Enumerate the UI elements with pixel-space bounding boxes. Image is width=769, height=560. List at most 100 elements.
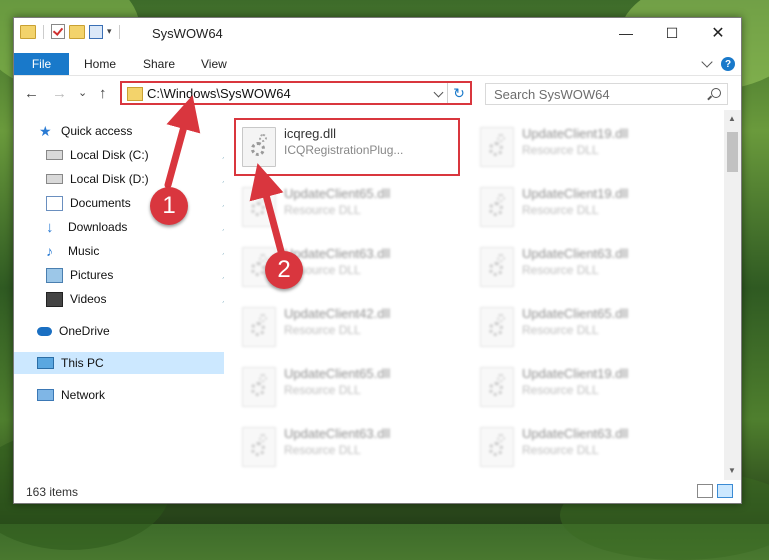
chevron-down-icon[interactable] bbox=[433, 87, 444, 98]
tab-share[interactable]: Share bbox=[143, 53, 175, 75]
file-name: UpdateClient42.dll bbox=[284, 306, 391, 321]
search-input[interactable]: Search SysWOW64 bbox=[485, 83, 728, 105]
expand-ribbon-icon[interactable] bbox=[701, 56, 713, 68]
address-bar[interactable]: C:\Windows\SysWOW64 ↻ bbox=[120, 81, 472, 105]
file-description: Resource DLL bbox=[284, 383, 361, 397]
videos-icon bbox=[46, 291, 63, 307]
sidebar-item-this-pc[interactable]: This PC bbox=[14, 352, 230, 374]
file-item[interactable]: UpdateClient19.dll Resource DLL bbox=[472, 359, 692, 413]
address-path[interactable]: C:\Windows\SysWOW64 bbox=[147, 86, 291, 101]
title-bar: ▾ SysWOW64 — ☐ ✕ bbox=[14, 18, 741, 48]
vertical-scrollbar[interactable]: ▲ ▼ bbox=[724, 110, 741, 480]
sidebar-item-videos[interactable]: Videos 📌 bbox=[14, 288, 239, 310]
checkmark-icon[interactable] bbox=[51, 24, 65, 39]
sidebar-item-pictures[interactable]: Pictures 📌 bbox=[14, 264, 239, 286]
dll-file-icon bbox=[480, 127, 514, 167]
scrollbar-thumb[interactable] bbox=[727, 132, 738, 172]
sidebar-item-label: Documents bbox=[70, 196, 131, 210]
sidebar-item-label: Pictures bbox=[70, 268, 114, 282]
drive-icon bbox=[46, 150, 63, 160]
file-description: Resource DLL bbox=[522, 203, 599, 217]
toolbar-divider bbox=[118, 24, 120, 39]
recent-locations-icon[interactable]: ⌄ bbox=[78, 86, 87, 99]
file-item[interactable]: UpdateClient19.dll Resource DLL bbox=[472, 179, 692, 233]
search-placeholder: Search SysWOW64 bbox=[494, 87, 610, 102]
tab-home[interactable]: Home bbox=[84, 53, 116, 75]
file-name: UpdateClient63.dll bbox=[522, 426, 629, 441]
file-item[interactable]: UpdateClient19.dll Resource DLL bbox=[472, 119, 692, 173]
file-item[interactable]: UpdateClient65.dll Resource DLL bbox=[472, 299, 692, 353]
file-item[interactable]: UpdateClient42.dll Resource DLL bbox=[234, 299, 454, 353]
star-icon: ★ bbox=[39, 122, 52, 139]
file-item[interactable]: UpdateClient63.dll Resource DLL bbox=[472, 239, 692, 293]
navigation-pane: ★ Quick access Local Disk (C:) 📌 Local D… bbox=[14, 110, 234, 480]
file-item[interactable]: UpdateClient65.dll Resource DLL bbox=[234, 179, 454, 233]
drive-icon bbox=[46, 174, 63, 184]
forward-arrow-icon[interactable]: → bbox=[52, 85, 67, 102]
folder-icon[interactable] bbox=[20, 24, 36, 39]
status-bar: 163 items bbox=[14, 480, 741, 503]
search-icon[interactable] bbox=[711, 88, 721, 98]
step-1-callout: 1 bbox=[150, 187, 188, 225]
maximize-button[interactable]: ☐ bbox=[649, 18, 695, 48]
sidebar-item-quick-access[interactable]: ★ Quick access bbox=[14, 120, 232, 142]
dll-file-icon bbox=[480, 427, 514, 467]
file-description: Resource DLL bbox=[522, 263, 599, 277]
dll-file-icon bbox=[480, 367, 514, 407]
sidebar-item-local-disk-d[interactable]: Local Disk (D:) 📌 bbox=[14, 168, 239, 190]
file-description: Resource DLL bbox=[284, 443, 361, 457]
sidebar-item-label: Local Disk (C:) bbox=[70, 148, 149, 162]
file-description: Resource DLL bbox=[522, 383, 599, 397]
sidebar-item-network[interactable]: Network bbox=[14, 384, 230, 406]
file-name: UpdateClient19.dll bbox=[522, 366, 629, 381]
up-arrow-icon[interactable]: ↑ bbox=[99, 85, 107, 102]
sidebar-item-onedrive[interactable]: OneDrive bbox=[14, 320, 230, 342]
navigation-bar: ← → ⌄ ↑ C:\Windows\SysWOW64 ↻ Search Sys… bbox=[14, 76, 741, 110]
file-name: UpdateClient63.dll bbox=[522, 246, 629, 261]
cloud-icon bbox=[37, 326, 52, 336]
sidebar-item-label: Music bbox=[68, 244, 100, 258]
file-item[interactable]: UpdateClient63.dll Resource DLL bbox=[234, 419, 454, 473]
details-view-icon[interactable] bbox=[697, 484, 713, 498]
dll-file-icon bbox=[242, 187, 276, 227]
computer-icon bbox=[37, 357, 54, 369]
folder-icon bbox=[127, 87, 143, 101]
ribbon-tabs: File Home Share View ? bbox=[14, 48, 741, 76]
file-description: Resource DLL bbox=[522, 443, 599, 457]
file-name: UpdateClient19.dll bbox=[522, 126, 629, 141]
sidebar-item-label: This PC bbox=[61, 356, 104, 370]
file-name: UpdateClient19.dll bbox=[522, 186, 629, 201]
tab-view[interactable]: View bbox=[201, 53, 227, 75]
file-name: UpdateClient65.dll bbox=[284, 186, 391, 201]
customize-toolbar-icon[interactable]: ▾ bbox=[107, 26, 112, 37]
sidebar-item-music[interactable]: ♪ Music 📌 bbox=[14, 240, 239, 262]
close-button[interactable]: ✕ bbox=[695, 18, 741, 48]
file-item[interactable]: UpdateClient63.dll Resource DLL bbox=[472, 419, 692, 473]
tab-file[interactable]: File bbox=[14, 53, 69, 75]
window-title: SysWOW64 bbox=[152, 26, 223, 41]
music-icon: ♪ bbox=[46, 242, 53, 259]
file-item[interactable]: UpdateClient65.dll Resource DLL bbox=[234, 359, 454, 413]
large-icons-view-icon[interactable] bbox=[717, 484, 733, 498]
sidebar-item-label: Network bbox=[61, 388, 106, 402]
file-name: UpdateClient65.dll bbox=[284, 366, 391, 381]
dll-file-icon bbox=[242, 367, 276, 407]
sidebar-item-label: OneDrive bbox=[59, 324, 110, 338]
dll-file-icon bbox=[242, 307, 276, 347]
file-name: UpdateClient63.dll bbox=[284, 426, 391, 441]
file-description: Resource DLL bbox=[284, 203, 361, 217]
properties-icon[interactable] bbox=[89, 24, 103, 39]
scroll-up-icon[interactable]: ▲ bbox=[728, 114, 736, 123]
sidebar-item-documents[interactable]: Documents 📌 bbox=[14, 192, 239, 214]
minimize-button[interactable]: — bbox=[603, 18, 649, 48]
sidebar-item-label: Downloads bbox=[68, 220, 128, 234]
scroll-down-icon[interactable]: ▼ bbox=[728, 466, 736, 475]
refresh-icon[interactable]: ↻ bbox=[447, 83, 470, 103]
sidebar-item-local-disk-c[interactable]: Local Disk (C:) 📌 bbox=[14, 144, 239, 166]
back-arrow-icon[interactable]: ← bbox=[24, 85, 39, 102]
documents-icon bbox=[46, 195, 63, 211]
help-icon[interactable]: ? bbox=[721, 57, 735, 71]
sidebar-item-downloads[interactable]: ↓ Downloads 📌 bbox=[14, 216, 239, 238]
new-folder-icon[interactable] bbox=[69, 24, 85, 39]
item-count: 163 items bbox=[26, 485, 79, 499]
